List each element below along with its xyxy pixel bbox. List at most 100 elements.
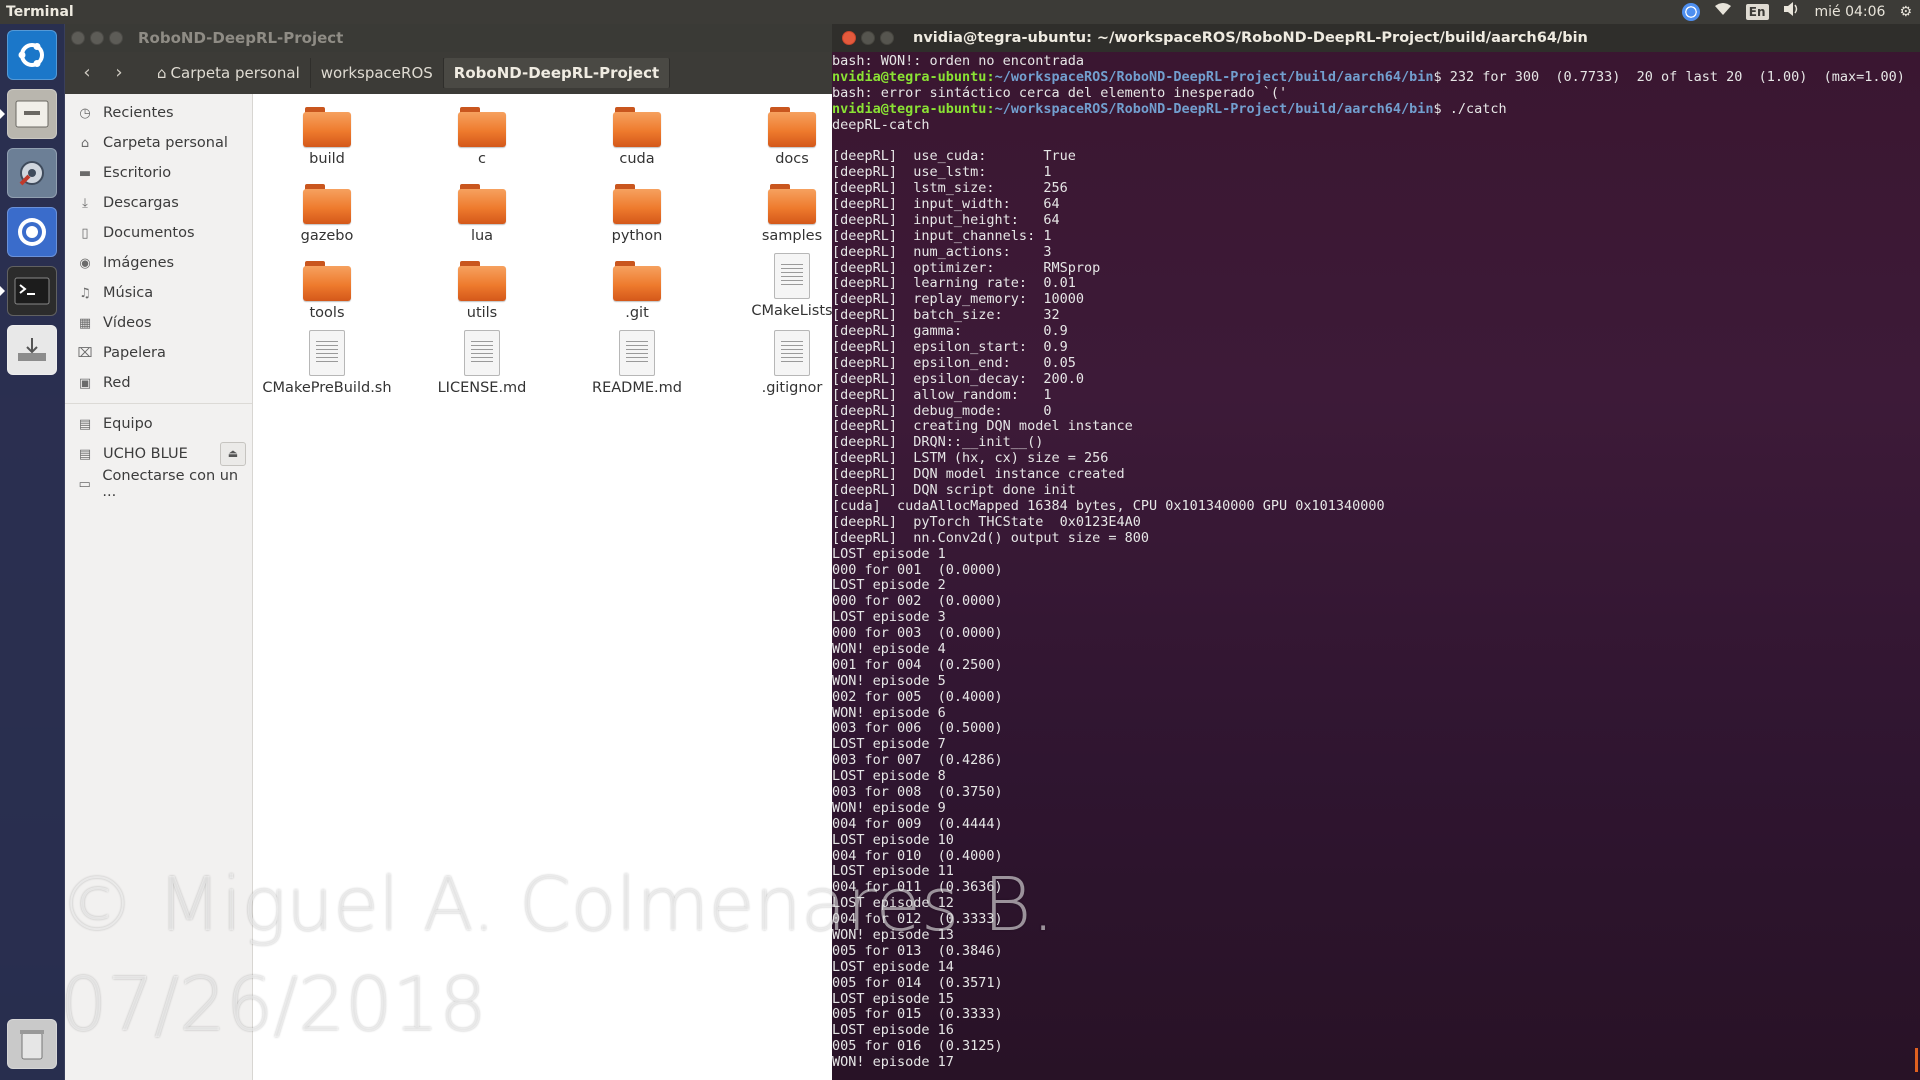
maximize-window-button[interactable]: [109, 31, 123, 45]
folder-item[interactable]: docs: [727, 97, 835, 167]
terminal-line: WON! episode 9: [832, 799, 1920, 817]
sidebar-item-videos[interactable]: ▦ Vídeos: [65, 308, 252, 338]
file-name: python: [611, 228, 663, 244]
folder-item[interactable]: utils: [417, 251, 547, 321]
terminal-line-text: WON! episode 9: [832, 799, 946, 816]
folder-item[interactable]: gazebo: [262, 174, 392, 244]
terminal-line: [deepRL] creating DQN model instance: [832, 419, 1920, 435]
prompt-path: ~/workspaceROS/RoboND-DeepRL-Project/bui…: [994, 68, 1434, 85]
terminal-line-text: WON! episode 6: [832, 704, 946, 721]
files-launcher-button[interactable]: [0, 89, 57, 139]
trash-launcher-button[interactable]: [7, 1019, 57, 1069]
terminal-line-text: 003 for 008 (0.3750): [832, 783, 1003, 800]
folder-item[interactable]: samples: [727, 174, 835, 244]
folder-item[interactable]: c: [417, 97, 547, 167]
sidebar-divider: [65, 403, 252, 404]
terminal-line: [deepRL] epsilon_end: 0.05: [832, 354, 1920, 372]
file-item[interactable]: .gitignor: [727, 324, 835, 396]
minimize-window-button[interactable]: [861, 31, 875, 45]
terminal-line: LOST episode 16: [832, 1022, 1920, 1039]
ubuntu-logo-icon: [18, 43, 44, 67]
terminal-line-text: [deepRL] DRQN::__init__(): [832, 434, 1044, 451]
terminal-line: nvidia@tegra-ubuntu:~/workspaceROS/RoboN…: [832, 100, 1920, 118]
file-name: cuda: [619, 151, 655, 167]
sidebar-item-imagenes[interactable]: ◉ Imágenes: [65, 248, 252, 278]
clock[interactable]: mié 04:06: [1815, 0, 1886, 24]
chromium-indicator-icon[interactable]: [1681, 3, 1700, 21]
terminal-line: 003 for 007 (0.4286): [832, 752, 1920, 769]
chromium-launcher-button[interactable]: [7, 207, 57, 257]
file-item[interactable]: CMakePreBuild.sh: [262, 324, 392, 396]
prompt-path: ~/workspaceROS/RoboND-DeepRL-Project/bui…: [994, 100, 1434, 117]
file-manager-title: RoboND-DeepRL-Project: [138, 29, 344, 47]
terminal-line: 000 for 003 (0.0000): [832, 625, 1920, 642]
terminal-line-text: $ 232 for 300 (0.7733) 20 of last 20 (1.…: [1433, 68, 1905, 85]
terminal-titlebar: nvidia@tegra-ubuntu: ~/workspaceROS/Robo…: [832, 24, 1920, 52]
forward-arrow-icon[interactable]: ›: [103, 59, 135, 87]
sidebar-item-recientes[interactable]: ◷ Recientes: [65, 98, 252, 128]
scrollbar-indicator[interactable]: [1915, 1048, 1918, 1072]
close-window-button[interactable]: [71, 31, 85, 45]
folder-item[interactable]: cuda: [572, 97, 702, 167]
terminal-line: [deepRL] epsilon_start: 0.9: [832, 339, 1920, 356]
close-window-button[interactable]: [842, 31, 856, 45]
terminal-line-text: 004 for 009 (0.4444): [832, 815, 1003, 832]
folder-item[interactable]: build: [262, 97, 392, 167]
file-name: LICENSE.md: [437, 380, 527, 396]
sidebar-item-carpeta-personal[interactable]: ⌂ Carpeta personal: [65, 128, 252, 158]
sidebar-item-descargas[interactable]: ⤓ Descargas: [65, 188, 252, 218]
folder-item[interactable]: tools: [262, 251, 392, 321]
camera-icon: ◉: [79, 255, 91, 271]
terminal-line: 000 for 001 (0.0000): [832, 562, 1920, 579]
keyboard-layout-indicator[interactable]: En: [1745, 4, 1769, 20]
terminal-line: 001 for 004 (0.2500): [832, 657, 1920, 674]
text-file-icon: [774, 253, 810, 299]
sidebar-item-documentos[interactable]: ▯ Documentos: [65, 218, 252, 248]
sidebar-item-ucho-blue[interactable]: ▤ UCHO BLUE ⏏: [65, 439, 252, 469]
terminal-line-text: $ ./catch: [1433, 100, 1507, 117]
terminal-line-text: bash: WON!: orden no encontrada: [832, 53, 1084, 69]
terminal-line-text: 003 for 007 (0.4286): [832, 752, 1003, 769]
terminal-line-text: 005 for 016 (0.3125): [832, 1038, 1003, 1055]
sidebar-item-label: Conectarse con un ...: [102, 468, 239, 500]
file-item[interactable]: README.md: [572, 324, 702, 396]
trash-icon: ⌧: [77, 345, 93, 361]
terminal-launcher-button[interactable]: [0, 266, 57, 316]
folder-item[interactable]: lua: [417, 174, 547, 244]
back-arrow-icon[interactable]: ‹: [71, 59, 103, 87]
ubuntu-dash-button[interactable]: [7, 30, 57, 80]
sidebar-item-equipo[interactable]: ▤ Equipo: [65, 409, 252, 439]
breadcrumb-workspace[interactable]: workspaceROS: [311, 58, 444, 88]
sidebar-item-label: Escritorio: [103, 165, 172, 181]
terminal-line-text: [deepRL] use_cuda: True: [832, 148, 1076, 165]
sidebar-item-connect-server[interactable]: ▭ Conectarse con un ...: [65, 468, 252, 500]
sidebar-item-escritorio[interactable]: ▬ Escritorio: [65, 158, 252, 188]
terminal-line-text: 005 for 014 (0.3571): [832, 974, 1003, 991]
file-item[interactable]: CMakeLists: [727, 247, 835, 319]
folder-item[interactable]: .git: [572, 251, 702, 321]
installer-launcher-button[interactable]: [7, 325, 57, 375]
terminal-line-text: [deepRL] epsilon_end: 0.05: [832, 354, 1076, 371]
wifi-icon[interactable]: [1714, 0, 1732, 24]
sidebar-item-papelera[interactable]: ⌧ Papelera: [65, 338, 252, 368]
sidebar-item-musica[interactable]: ♫ Música: [65, 278, 252, 308]
gear-icon[interactable]: ⚙: [1899, 0, 1912, 24]
terminal-line-text: [deepRL] replay_memory: 10000: [832, 291, 1084, 308]
terminal-line: 004 for 009 (0.4444): [832, 815, 1920, 833]
system-settings-launcher-button[interactable]: [7, 148, 57, 198]
folder-icon: [768, 184, 816, 224]
file-item[interactable]: LICENSE.md: [417, 324, 547, 396]
file-name: samples: [761, 228, 823, 244]
terminal-line-text: WON! episode 5: [832, 672, 946, 689]
folder-item[interactable]: python: [572, 174, 702, 244]
minimize-window-button[interactable]: [90, 31, 104, 45]
eject-icon[interactable]: ⏏: [220, 442, 246, 466]
volume-icon[interactable]: [1783, 0, 1801, 24]
terminal-line: LOST episode 14: [832, 959, 1920, 976]
breadcrumb-home[interactable]: ⌂ Carpeta personal: [147, 58, 311, 88]
sidebar-item-red[interactable]: ▣ Red: [65, 368, 252, 398]
terminal-line: [deepRL] DQN script done init: [832, 482, 1920, 499]
maximize-window-button[interactable]: [880, 31, 894, 45]
breadcrumb-current[interactable]: RoboND-DeepRL-Project: [443, 58, 671, 88]
terminal-icon: [14, 277, 50, 305]
